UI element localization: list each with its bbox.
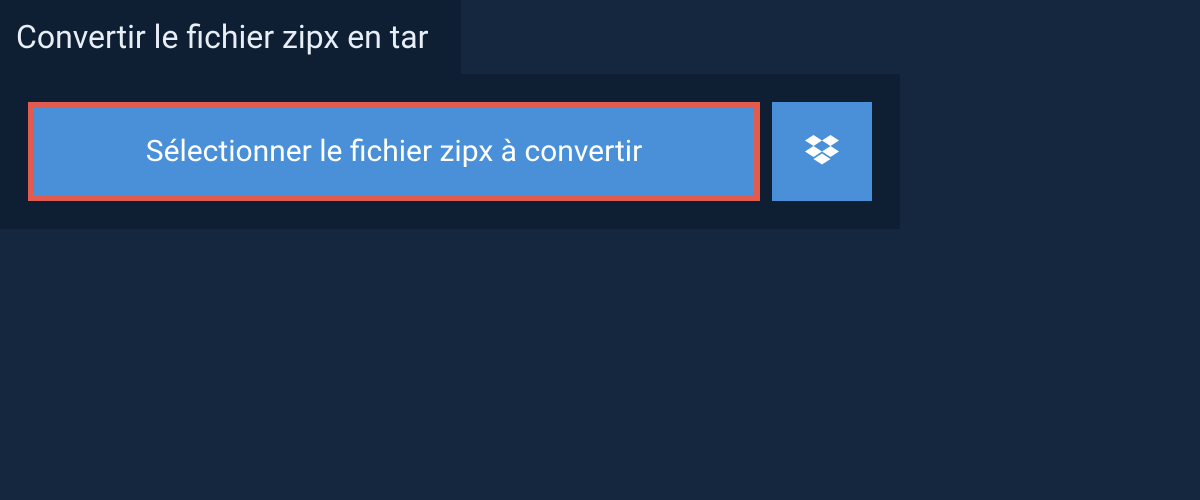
- dropbox-button[interactable]: [772, 102, 872, 201]
- page-title: Convertir le fichier zipx en tar: [16, 18, 429, 56]
- tab-header: Convertir le fichier zipx en tar: [0, 0, 461, 74]
- select-file-label: Sélectionner le fichier zipx à convertir: [146, 134, 643, 169]
- dropbox-icon: [805, 135, 839, 169]
- file-select-panel: Sélectionner le fichier zipx à convertir: [0, 74, 900, 229]
- select-file-button[interactable]: Sélectionner le fichier zipx à convertir: [28, 102, 760, 201]
